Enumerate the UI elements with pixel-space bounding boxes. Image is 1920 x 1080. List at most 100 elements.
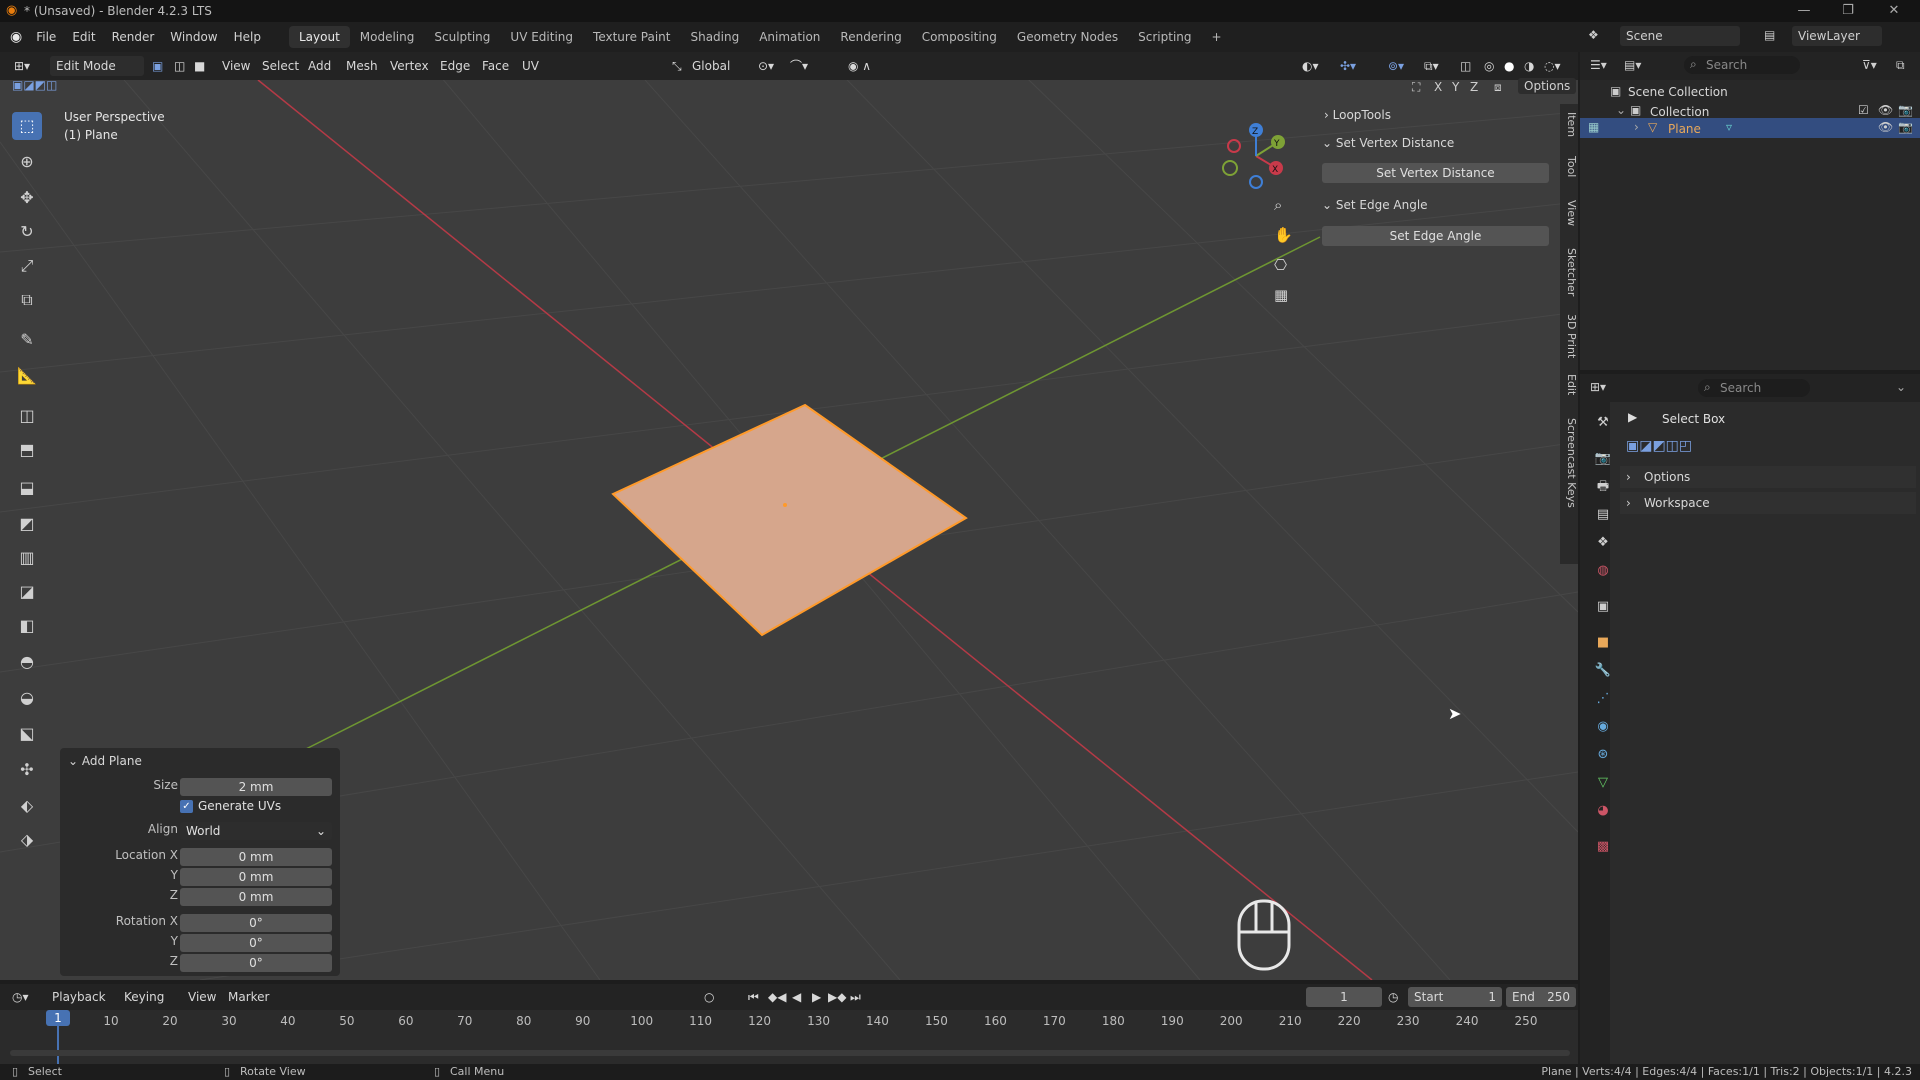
add-plane-header[interactable]: ⌄ Add Plane <box>68 754 142 768</box>
menu-file[interactable]: File <box>28 26 64 48</box>
menu-vertex[interactable]: Vertex <box>390 56 429 76</box>
tab-layout[interactable]: Layout <box>288 26 350 48</box>
end-frame-field[interactable]: End 250 <box>1506 987 1576 1007</box>
location-x-field[interactable]: 0 mm <box>180 848 332 866</box>
add-cube-tool-icon[interactable]: ◫ <box>12 402 42 430</box>
collection-expand-icon[interactable]: ⌄ <box>1616 103 1626 117</box>
material-tab-icon[interactable]: ◕ <box>1594 802 1612 820</box>
inset-tool-icon[interactable]: ⬓ <box>12 474 42 502</box>
solid-shading-icon[interactable]: ● <box>1504 56 1514 76</box>
set-vertex-distance-button[interactable]: Set Vertex Distance <box>1322 163 1549 183</box>
looptools-header[interactable]: › LoopTools <box>1324 108 1391 122</box>
minimize-button[interactable]: — <box>1784 0 1824 22</box>
play-reverse-icon[interactable]: ◀ <box>792 987 801 1007</box>
rotation-z-field[interactable]: 0° <box>180 954 332 972</box>
navigation-gizmo[interactable]: X Y Z <box>1216 116 1296 196</box>
tab-shading[interactable]: Shading <box>680 26 749 48</box>
prev-keyframe-icon[interactable]: ◆◀ <box>768 987 786 1007</box>
scene-selector[interactable]: Scene <box>1620 26 1740 46</box>
filter-icon[interactable]: ⊽▾ <box>1862 58 1877 72</box>
vertex-select-icon[interactable]: ▣ <box>152 56 163 76</box>
timeline[interactable]: 10 20 30 40 50 60 70 80 90 100 110 120 130 140 150 160 1… <box>0 1010 1578 1064</box>
physics-tab-icon[interactable]: ◉ <box>1594 718 1612 736</box>
tab-screencast-keys[interactable]: Screencast Keys <box>1562 418 1578 508</box>
tab-scripting[interactable]: Scripting <box>1128 26 1201 48</box>
jump-start-icon[interactable]: ⏮ <box>748 987 759 1007</box>
current-frame-field[interactable]: 1 <box>1306 987 1382 1007</box>
generate-uvs-checkbox[interactable]: ✓ <box>180 800 193 813</box>
edge-select-icon[interactable]: ◫ <box>174 56 185 76</box>
tab-sketcher[interactable]: Sketcher <box>1562 248 1578 296</box>
tab-geometry-nodes[interactable]: Geometry Nodes <box>1007 26 1128 48</box>
object-tab-icon[interactable]: ■ <box>1594 634 1612 652</box>
data-tab-icon[interactable]: ▽ <box>1594 774 1612 792</box>
rotation-x-field[interactable]: 0° <box>180 914 332 932</box>
selection-mode-icons[interactable]: ▣◪◩◫◰ <box>1626 438 1692 454</box>
menu-window[interactable]: Window <box>162 26 225 48</box>
outliner-row-plane[interactable] <box>1580 118 1920 138</box>
plane-expand-icon[interactable]: › <box>1634 120 1639 134</box>
size-field[interactable]: 2 mm <box>180 778 332 796</box>
menu-uv[interactable]: UV <box>522 56 539 76</box>
output-tab-icon[interactable]: 🖶 <box>1594 478 1612 496</box>
close-button[interactable]: ✕ <box>1874 0 1914 22</box>
menu-timeline-view[interactable]: View <box>188 987 216 1007</box>
render-tab-icon[interactable]: 📷 <box>1594 450 1612 468</box>
timeline-editor-icon[interactable]: ◷▾ <box>12 987 29 1007</box>
menu-face[interactable]: Face <box>482 56 509 76</box>
menu-mesh[interactable]: Mesh <box>346 56 378 76</box>
bevel-tool-icon[interactable]: ◩ <box>12 510 42 538</box>
knife-tool-icon[interactable]: ◪ <box>12 578 42 606</box>
transform-tool-icon[interactable]: ⧉ <box>12 286 42 314</box>
tab-texture-paint[interactable]: Texture Paint <box>583 26 680 48</box>
smooth-tool-icon[interactable]: ◒ <box>12 684 42 712</box>
overlay-toggle-icon[interactable]: ⊚▾ <box>1388 56 1404 76</box>
tab-modeling[interactable]: Modeling <box>350 26 425 48</box>
shear-tool-icon[interactable]: ⬖ <box>12 792 42 820</box>
scene-collection-label[interactable]: Scene Collection <box>1628 85 1728 99</box>
tab-edit[interactable]: Edit <box>1562 374 1578 395</box>
add-workspace-button[interactable]: + <box>1202 26 1232 48</box>
collection-tab-icon[interactable]: ▣ <box>1594 598 1612 616</box>
location-z-field[interactable]: 0 mm <box>180 888 332 906</box>
menu-help[interactable]: Help <box>226 26 269 48</box>
set-edge-angle-header[interactable]: ⌄ Set Edge Angle <box>1322 198 1428 212</box>
extrude-tool-icon[interactable]: ⬒ <box>12 436 42 464</box>
menu-playback[interactable]: Playback <box>52 987 106 1007</box>
poly-build-tool-icon[interactable]: ◧ <box>12 612 42 640</box>
play-icon[interactable]: ▶ <box>812 987 821 1007</box>
chevron-down-icon[interactable]: ⌄ <box>1896 380 1906 394</box>
texture-tab-icon[interactable]: ▩ <box>1594 838 1612 856</box>
options-dropdown[interactable]: Options <box>1518 78 1577 94</box>
material-shading-icon[interactable]: ◑ <box>1524 56 1534 76</box>
tool-tab-icon[interactable]: ⚒ <box>1594 414 1612 432</box>
outliner-editor-icon[interactable]: ☰▾ <box>1590 58 1607 72</box>
scale-tool-icon[interactable]: ⤢ <box>12 252 42 280</box>
xray-icon[interactable]: ◫ <box>1460 56 1471 76</box>
record-icon[interactable]: ○ <box>704 987 714 1007</box>
new-collection-icon[interactable]: ⧉ <box>1896 58 1905 73</box>
pan-hand-icon[interactable]: ✋ <box>1274 226 1293 244</box>
menu-keying[interactable]: Keying <box>124 987 164 1007</box>
select-box-tool-icon[interactable]: ⬚ <box>12 112 42 140</box>
loop-cut-tool-icon[interactable]: ▥ <box>12 544 42 572</box>
snap-icon[interactable]: ⌒▾ <box>790 56 808 76</box>
spin-tool-icon[interactable]: ◓ <box>12 648 42 676</box>
menu-render[interactable]: Render <box>104 26 163 48</box>
collection-label[interactable]: Collection <box>1650 105 1709 119</box>
collection-checkbox-icon[interactable]: ☑ <box>1858 103 1869 117</box>
menu-marker[interactable]: Marker <box>228 987 269 1007</box>
align-dropdown[interactable]: World ⌄ <box>180 822 332 840</box>
tab-tool[interactable]: Tool <box>1562 156 1578 177</box>
edit-mode-icon[interactable]: ▦ <box>1588 120 1599 134</box>
next-keyframe-icon[interactable]: ▶◆ <box>828 987 846 1007</box>
mirror-z[interactable]: Z <box>1470 80 1478 94</box>
start-frame-field[interactable]: Start 1 <box>1408 987 1502 1007</box>
select-mode-icons[interactable]: ▣◪◩◫ <box>12 78 57 92</box>
annotate-tool-icon[interactable]: ✎ <box>12 326 42 354</box>
timeline-scrollbar[interactable] <box>10 1050 1570 1056</box>
pivot-icon[interactable]: ⊙▾ <box>758 56 774 76</box>
scene-tab-icon[interactable]: ❖ <box>1594 534 1612 552</box>
properties-editor-icon[interactable]: ⊞▾ <box>1590 380 1606 394</box>
properties-search-input[interactable]: Search <box>1698 379 1810 397</box>
